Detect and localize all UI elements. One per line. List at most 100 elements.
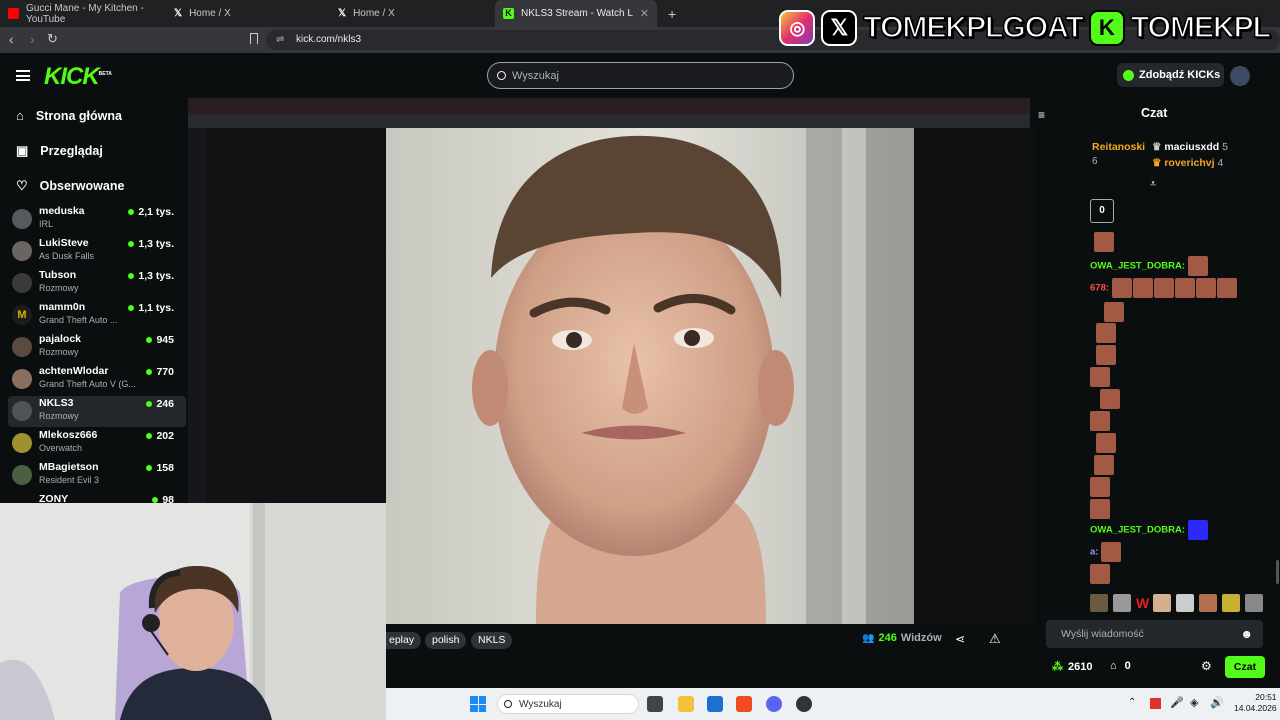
forward-icon[interactable]: › [30,31,35,47]
chat-emote [1100,389,1121,409]
obs-icon[interactable] [796,696,812,712]
viewer-count: 246 [146,398,174,410]
tab-kick-nkls3[interactable]: K NKLS3 Stream - Watch Live on K ✕ [495,0,657,27]
home-icon: ⌂ [16,108,24,123]
top-user-3[interactable]: ♛ roverichvj 4 [1152,157,1223,169]
nav-browse[interactable]: ▣ Przeglądaj [16,143,103,159]
chat-message[interactable]: OWA_JEST_DOBRA: [1090,520,1209,540]
channel-tubson[interactable]: Tubson Rozmowy 1,3 tys. [12,268,182,299]
emote-image [1090,367,1110,387]
emote-image[interactable] [1090,594,1108,612]
kicks-button-label: Zdobądź KICKs [1139,69,1221,81]
gear-icon[interactable]: ⚙ [1201,659,1212,673]
brave-icon[interactable] [736,696,752,712]
task-view-icon[interactable] [647,696,663,712]
webcam-frame [0,503,386,720]
taskbar-search[interactable]: Wyszukaj [497,694,639,714]
viewer-counter: 👥 246 Widzów [862,632,942,644]
expand-leaderboard-icon[interactable]: ⩡ [1150,178,1156,191]
get-kicks-button[interactable]: Zdobądź KICKs [1117,63,1224,87]
clock-time: 20:51 [1255,692,1277,702]
channel-mlekosz666[interactable]: Mlekosz666 Overwatch 202 [12,428,182,459]
nav-home[interactable]: ⌂ Strona główna [16,108,122,123]
emote-image[interactable] [1245,594,1264,612]
tag-nkls[interactable]: NKLS [471,632,513,649]
share-icon[interactable]: ⋖ [955,632,965,646]
emote-image[interactable] [1153,594,1172,612]
tag-polish[interactable]: polish [425,632,467,649]
site-info-icon[interactable]: ⇌ [276,30,284,50]
emote-image[interactable] [1113,594,1131,612]
taskbar-clock[interactable]: 20:51 14.04.2026 [1234,692,1277,714]
stream-video[interactable] [386,128,914,624]
channel-mamm0n[interactable]: M mamm0n Grand Theft Auto ... 1,1 tys. [12,300,182,331]
chat-message[interactable]: OWA_JEST_DOBRA: [1090,256,1209,276]
channel-pajalock[interactable]: pajalock Rozmowy 945 [12,332,182,363]
x-logo-icon: 𝕏 [821,10,858,46]
tray-app-icon[interactable] [1150,698,1161,709]
emote-image [1101,542,1122,562]
close-tab-icon[interactable]: ✕ [640,7,649,20]
tab-youtube[interactable]: Gucci Mane - My Kitchen - YouTube [0,0,166,27]
top-user-name: roverichvj [1164,157,1215,169]
tab-x-home[interactable]: 𝕏 Home / X [166,0,330,27]
file-explorer-icon[interactable] [678,696,694,712]
emote-image[interactable]: W [1136,595,1149,611]
collapse-chat-icon[interactable]: ≡ [1038,108,1045,122]
top-user-1[interactable]: Reitanoski [1092,141,1145,153]
back-icon[interactable]: ‹ [9,31,14,47]
channel-nkls3-active[interactable]: NKLS3 Rozmowy 246 [8,396,186,427]
emote-image [1090,499,1110,519]
report-icon[interactable]: ⚠ [989,631,1001,647]
kick-icon: K [503,8,514,19]
channel-name: pajalock [39,333,82,345]
chat-message[interactable]: a: [1090,542,1122,562]
kick-logo[interactable]: KICKBETA [44,63,112,91]
send-chat-button[interactable]: Czat [1225,656,1265,678]
channel-points[interactable]: ⁂ 2610 [1052,660,1092,674]
volume-icon[interactable]: 🔊 [1210,696,1224,709]
windows-start-icon[interactable] [470,696,486,712]
chat-scrollbar[interactable] [1276,560,1279,584]
chat-message-input[interactable]: Wyślij wiadomość ☻ [1046,620,1263,648]
discord-icon[interactable] [766,696,782,712]
beta-badge: BETA [98,71,112,77]
top-user-2[interactable]: ♛ maciusxdd 5 [1152,141,1228,153]
channel-category: Grand Theft Auto V (G... [39,379,136,389]
pinned-indicator[interactable]: 0 [1090,199,1114,223]
viewer-count-text: 1,1 tys. [138,302,174,314]
channel-category: Rozmowy [39,283,79,293]
channel-zony[interactable]: ZONY 98 [12,492,182,503]
emoji-icon[interactable]: ☻ [1240,620,1253,648]
bookmark-icon[interactable] [250,33,258,44]
emote-image[interactable] [1222,594,1241,612]
tab-title: NKLS3 Stream - Watch Live on K [521,8,633,19]
channel-meduska[interactable]: meduska IRL 2,1 tys. [12,204,182,235]
menu-icon[interactable] [16,70,30,81]
tray-chevron-icon[interactable]: ⌃ [1128,697,1136,708]
channel-lukisteve[interactable]: LukiSteve As Dusk Falls 1,3 tys. [12,236,182,267]
emote-image [1100,389,1120,409]
redemptions[interactable]: ⌂ 0 [1110,660,1131,672]
emote-image [1096,345,1116,365]
viewer-count-text: 2,1 tys. [138,206,174,218]
search-input[interactable]: Wyszukaj [487,62,794,89]
viewer-count-text: 1,3 tys. [138,238,174,250]
user-avatar[interactable] [1230,66,1250,86]
chat-message[interactable]: 678: [1090,278,1238,298]
logo-text: KICK [44,63,100,90]
microphone-icon[interactable]: 🎤 [1170,696,1184,709]
emote-image[interactable] [1176,594,1195,612]
channel-mbagietson[interactable]: MBagietson Resident Evil 3 158 [12,460,182,491]
tag-eplay[interactable]: eplay [382,632,422,649]
channel-achtenwlodar[interactable]: achtenWlodar Grand Theft Auto V (G... 77… [12,364,182,395]
channel-name: MBagietson [39,461,99,473]
emote-image[interactable] [1199,594,1218,612]
streamer-social-banner: ◎ 𝕏 TOMEKPLGOAT K TOMEKPL [779,9,1272,47]
tab-x-home-2[interactable]: 𝕏 Home / X [330,0,494,27]
reload-icon[interactable]: ↻ [47,31,58,47]
nav-following[interactable]: ♡ Obserwowane [16,178,124,194]
store-icon[interactable] [707,696,723,712]
new-tab-button[interactable]: + [660,0,680,27]
network-icon[interactable]: ◈ [1190,696,1198,709]
